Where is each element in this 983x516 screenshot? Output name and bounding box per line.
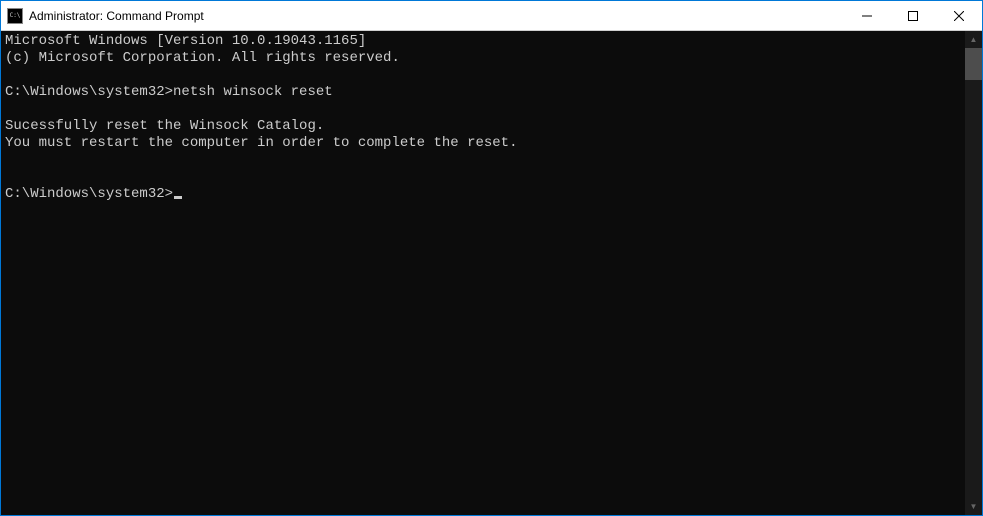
window-title: Administrator: Command Prompt — [29, 9, 844, 23]
scroll-track[interactable] — [965, 48, 982, 498]
window-controls — [844, 1, 982, 30]
copyright-line: (c) Microsoft Corporation. All rights re… — [5, 50, 400, 66]
window-frame: Administrator: Command Prompt Microsoft … — [0, 0, 983, 516]
titlebar[interactable]: Administrator: Command Prompt — [1, 1, 982, 31]
close-icon — [954, 11, 964, 21]
minimize-icon — [862, 11, 872, 21]
prompt-text: C:\Windows\system32> — [5, 186, 173, 202]
vertical-scrollbar[interactable]: ▲ ▼ — [965, 31, 982, 515]
output-line: Sucessfully reset the Winsock Catalog. — [5, 118, 324, 134]
minimize-button[interactable] — [844, 1, 890, 30]
console-area: Microsoft Windows [Version 10.0.19043.11… — [1, 31, 982, 515]
app-icon — [7, 8, 23, 24]
command-text: netsh winsock reset — [173, 84, 333, 100]
close-button[interactable] — [936, 1, 982, 30]
maximize-icon — [908, 11, 918, 21]
maximize-button[interactable] — [890, 1, 936, 30]
prompt-text: C:\Windows\system32> — [5, 84, 173, 100]
scroll-down-arrow-icon[interactable]: ▼ — [965, 498, 982, 515]
scroll-thumb[interactable] — [965, 48, 982, 80]
terminal-output[interactable]: Microsoft Windows [Version 10.0.19043.11… — [1, 31, 965, 515]
cursor-icon — [174, 196, 182, 199]
version-line: Microsoft Windows [Version 10.0.19043.11… — [5, 33, 366, 49]
scroll-up-arrow-icon[interactable]: ▲ — [965, 31, 982, 48]
output-line: You must restart the computer in order t… — [5, 135, 517, 151]
